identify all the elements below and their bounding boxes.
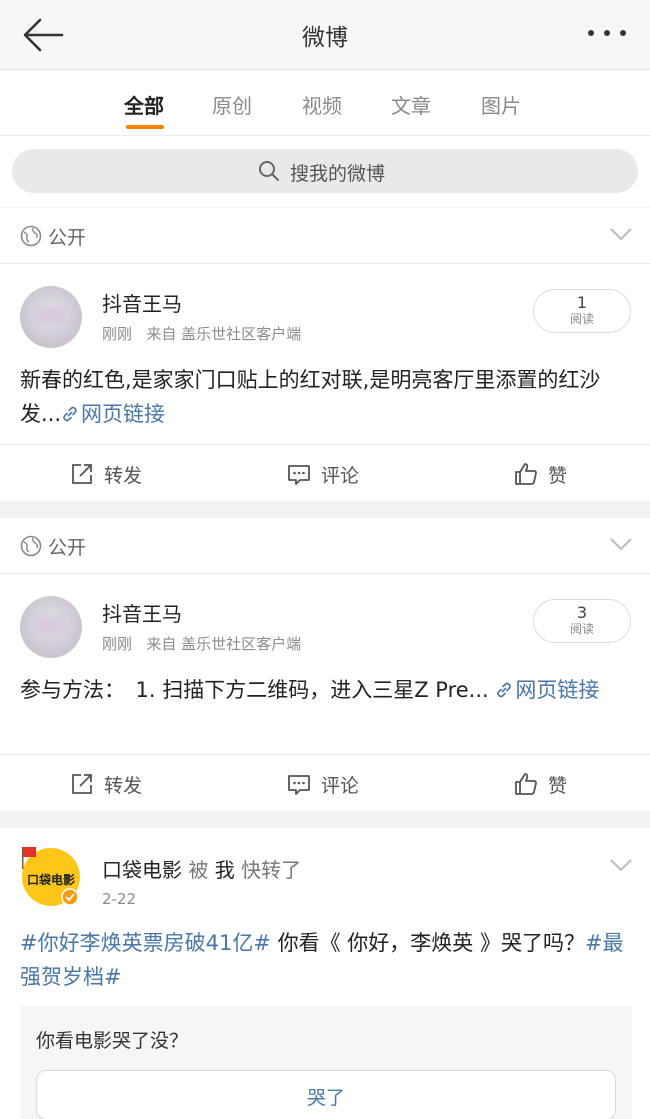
- visibility-row: 公开: [0, 518, 650, 574]
- tab-all[interactable]: 全部: [124, 90, 164, 119]
- action-bar: 转发 评论 赞: [0, 444, 650, 502]
- repost-label: 转发: [104, 775, 143, 797]
- poll-option-button[interactable]: 哭了: [36, 1070, 616, 1119]
- read-count-badge: 3 阅读: [533, 599, 631, 643]
- search-input[interactable]: 搜我的微博: [12, 149, 638, 193]
- post-text[interactable]: 新春的红色,是家家门口贴上的红对联,是明亮客厅里添置的红沙发... 网页链接: [20, 363, 632, 431]
- avatar[interactable]: [20, 286, 82, 348]
- tab-video[interactable]: 视频: [302, 90, 342, 119]
- post-meta: 刚刚 来自 盖乐世社区客户端: [102, 633, 301, 654]
- post-time: 刚刚: [102, 325, 133, 343]
- post-time: 刚刚: [102, 635, 133, 653]
- repost-header: 口袋电影 被 我 快转了: [102, 854, 301, 883]
- visibility-label: 公开: [48, 227, 87, 249]
- post-text[interactable]: 参与方法： 1. 扫描下方二维码，进入三星Z Pre... 网页链接: [20, 673, 632, 707]
- globe-icon: [20, 535, 42, 557]
- channel-logo[interactable]: 口袋电影: [20, 842, 82, 908]
- post-source: 来自 盖乐世社区客户端: [146, 635, 302, 653]
- like-icon: [515, 463, 537, 485]
- avatar[interactable]: [20, 596, 82, 658]
- comment-icon: [288, 775, 310, 795]
- link-icon: [63, 406, 77, 422]
- read-label: 阅读: [569, 312, 594, 326]
- poll-card: 你看电影哭了没？ 哭了: [20, 1006, 632, 1119]
- comment-label: 评论: [321, 465, 360, 487]
- repost-date: 2-22: [102, 890, 137, 908]
- comment-label: 评论: [321, 775, 360, 797]
- post-card: 公开 抖音王马 刚刚 来自 盖乐世社区客户端 3 阅读 参与方法： 1. 扫描下…: [0, 518, 650, 811]
- top-bar: 微博: [0, 0, 650, 70]
- repost-icon: [72, 774, 92, 794]
- read-label: 阅读: [569, 622, 594, 636]
- chevron-down-icon[interactable]: [610, 858, 632, 872]
- hashtag[interactable]: #你好李焕英票房破41亿#: [20, 931, 271, 955]
- post-meta: 刚刚 来自 盖乐世社区客户端: [102, 323, 301, 344]
- tab-original[interactable]: 原创: [212, 90, 252, 119]
- web-link[interactable]: 网页链接: [495, 678, 599, 702]
- repost-by: 被: [188, 858, 209, 882]
- visibility-row: 公开: [0, 208, 650, 264]
- search-placeholder: 搜我的微博: [290, 163, 386, 185]
- search-icon: [259, 161, 279, 181]
- web-link-label: 网页链接: [81, 402, 166, 426]
- post-card: 公开 抖音王马 刚刚 来自 盖乐世社区客户端 1 阅读 新春的红色,是家家门口贴…: [0, 208, 650, 501]
- chevron-down-icon[interactable]: [610, 227, 632, 241]
- web-link[interactable]: 网页链接: [61, 402, 165, 426]
- page-title: 微博: [302, 25, 348, 51]
- author-name[interactable]: 抖音王马: [102, 288, 182, 317]
- post-body: 参与方法： 1. 扫描下方二维码，进入三星Z Pre...: [20, 678, 489, 702]
- read-count: 1: [576, 293, 588, 312]
- tab-bar: 全部 原创 视频 文章 图片: [0, 70, 650, 135]
- repost-text[interactable]: #你好李焕英票房破41亿# 你看《 你好，李焕英 》哭了吗？#最强贺岁档#: [20, 926, 632, 994]
- repost-action: 快转了: [241, 858, 302, 882]
- like-icon: [515, 773, 537, 795]
- author-name[interactable]: 抖音王马: [102, 598, 182, 627]
- read-count: 3: [576, 603, 588, 622]
- chevron-down-icon[interactable]: [610, 537, 632, 551]
- poll-question: 你看电影哭了没？: [36, 1030, 189, 1052]
- repost-card: 口袋电影 口袋电影 被 我 快转了 2-22 #你好李焕英票房破41亿# 你看《…: [0, 828, 650, 1119]
- repost-label: 转发: [104, 465, 143, 487]
- repost-body: 你看《 你好，李焕英 》哭了吗？: [270, 931, 585, 955]
- repost-by-user[interactable]: 我: [215, 858, 235, 882]
- repost-author[interactable]: 口袋电影: [102, 858, 182, 882]
- like-label: 赞: [548, 465, 568, 487]
- post-source: 来自 盖乐世社区客户端: [146, 325, 302, 343]
- like-label: 赞: [548, 775, 568, 797]
- visibility-label: 公开: [48, 537, 87, 559]
- search-section: 搜我的微博: [0, 135, 650, 207]
- logo-text: 口袋电影: [27, 872, 75, 887]
- tab-article[interactable]: 文章: [391, 90, 431, 119]
- globe-icon: [20, 225, 42, 247]
- more-dots-icon[interactable]: [588, 30, 628, 40]
- tab-image[interactable]: 图片: [481, 90, 521, 119]
- link-icon: [497, 682, 512, 698]
- comment-icon: [288, 465, 310, 485]
- active-tab-indicator: [126, 125, 164, 129]
- repost-icon: [72, 464, 92, 484]
- web-link-label: 网页链接: [515, 678, 600, 702]
- action-bar: 转发 评论 赞: [0, 754, 650, 812]
- read-count-badge: 1 阅读: [533, 289, 631, 333]
- verified-badge-icon: [61, 888, 79, 906]
